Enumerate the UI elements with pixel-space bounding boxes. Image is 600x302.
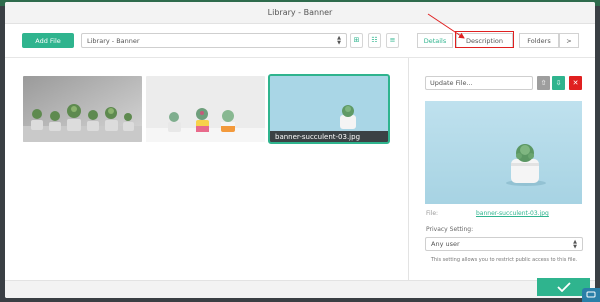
privacy-select-value: Any user xyxy=(431,240,460,248)
toolbar: Add File Library - Banner ▲ ▼ ⊞ ☷ ≡ Detai… xyxy=(5,24,595,58)
blue-succulent-preview-image xyxy=(425,101,582,204)
upload-button[interactable]: ⇧ xyxy=(537,76,550,90)
succulent-row-image xyxy=(23,76,142,142)
delete-button[interactable]: ✕ xyxy=(569,76,582,90)
gallery: banner-succulent-03.jpg xyxy=(5,58,408,280)
tab-more[interactable]: > xyxy=(559,33,579,48)
close-icon: ✕ xyxy=(572,79,579,87)
colorful-pots-image xyxy=(146,76,265,142)
view-detail-list-button[interactable]: ≡ xyxy=(386,33,399,48)
file-name-link[interactable]: banner-succulent-03.jpg xyxy=(476,210,549,217)
library-select-value: Library - Banner xyxy=(87,36,140,45)
tab-folders[interactable]: Folders xyxy=(519,33,559,48)
gallery-item-3[interactable]: banner-succulent-03.jpg xyxy=(268,74,390,144)
select-arrows-icon: ▲ ▼ xyxy=(573,239,577,250)
select-arrows-icon: ▲ ▼ xyxy=(337,35,341,46)
download-button[interactable]: ⇩ xyxy=(552,76,565,90)
chat-button[interactable] xyxy=(582,288,600,302)
file-label: File: xyxy=(426,210,439,217)
list-icon: ☷ xyxy=(371,36,378,44)
gallery-item-2[interactable] xyxy=(146,76,265,142)
library-select[interactable]: Library - Banner ▲ ▼ xyxy=(81,33,347,48)
add-file-button[interactable]: Add File xyxy=(22,33,74,48)
modal-footer xyxy=(5,280,595,298)
update-file-input[interactable]: Update File... xyxy=(425,76,533,90)
file-preview xyxy=(425,101,582,204)
description-tab-highlight xyxy=(455,31,514,48)
library-modal: Library - Banner Add File Library - Bann… xyxy=(5,2,595,298)
grid-small-icon: ⊞ xyxy=(353,36,360,44)
update-file-placeholder: Update File... xyxy=(430,79,473,87)
thumbnail-caption: banner-succulent-03.jpg xyxy=(270,131,388,142)
chat-icon xyxy=(586,291,596,298)
list-detail-icon: ≡ xyxy=(389,36,396,44)
download-icon: ⇩ xyxy=(555,79,562,87)
privacy-help-text: This setting allows you to restrict publ… xyxy=(430,257,578,263)
modal-title: Library - Banner xyxy=(267,8,333,17)
privacy-label: Privacy Setting: xyxy=(426,226,474,233)
gallery-item-1[interactable] xyxy=(23,76,142,142)
modal-header: Library - Banner xyxy=(5,2,595,24)
tab-details[interactable]: Details xyxy=(417,33,453,48)
details-panel: Update File... ⇧ ⇩ ✕ File: banner-succul… xyxy=(409,58,595,280)
privacy-select[interactable]: Any user ▲ ▼ xyxy=(425,237,583,251)
upload-icon: ⇧ xyxy=(540,79,547,87)
view-grid-button[interactable]: ⊞ xyxy=(350,33,363,48)
checkmark-icon xyxy=(556,282,571,292)
view-list-button[interactable]: ☷ xyxy=(368,33,381,48)
